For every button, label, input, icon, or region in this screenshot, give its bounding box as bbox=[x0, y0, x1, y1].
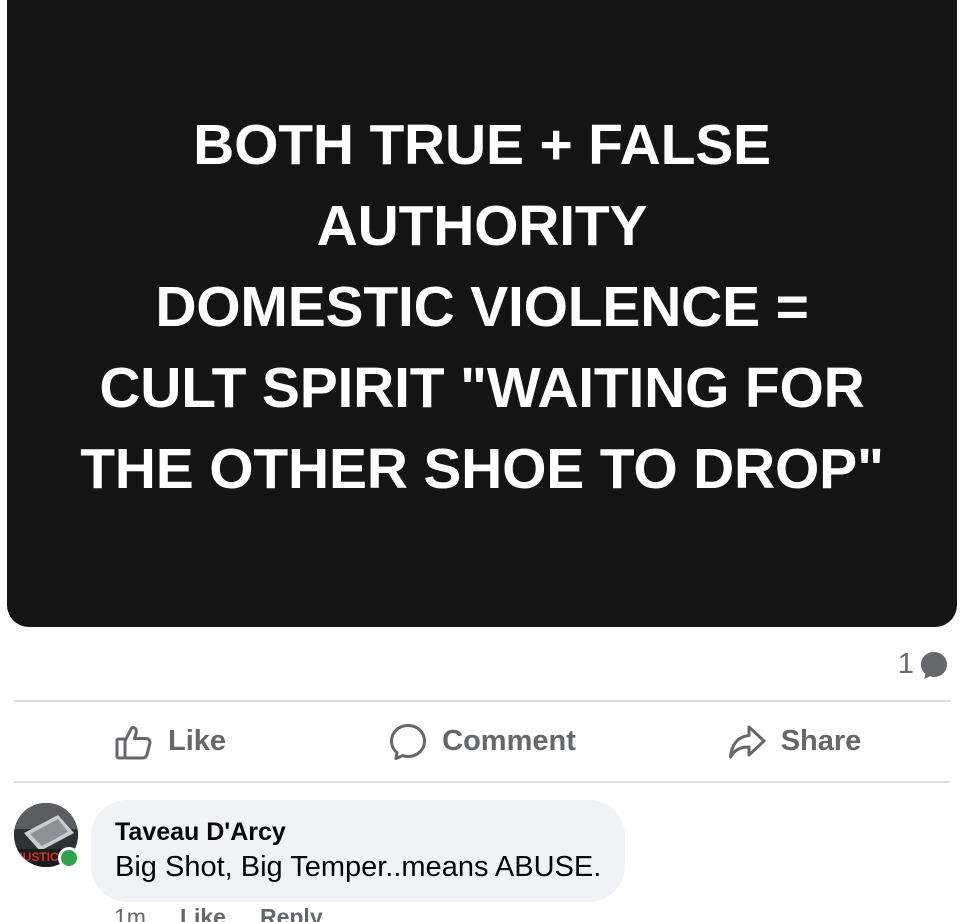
comment-icon bbox=[388, 722, 428, 762]
post-stats-row: 1 bbox=[14, 640, 950, 690]
svg-text:JUSTIC: JUSTIC bbox=[16, 850, 59, 864]
online-status-indicator bbox=[58, 847, 80, 869]
divider bbox=[14, 781, 950, 783]
comment-reply-link[interactable]: Reply bbox=[260, 904, 323, 922]
post-text-line: AUTHORITY bbox=[316, 194, 648, 258]
comment-like-link[interactable]: Like bbox=[180, 904, 226, 922]
thumbs-up-icon bbox=[114, 722, 154, 762]
post-text-line: CULT SPIRIT "WAITING FOR bbox=[99, 356, 865, 420]
comment-count[interactable]: 1 bbox=[898, 648, 950, 681]
comment-meta: 1m Like Reply bbox=[114, 904, 323, 922]
comment-count-value: 1 bbox=[897, 648, 914, 680]
comment-label: Comment bbox=[442, 725, 576, 757]
share-button[interactable]: Share bbox=[638, 702, 950, 781]
post-text-line: THE OTHER SHOE TO DROP" bbox=[80, 437, 884, 501]
comment-button[interactable]: Comment bbox=[326, 702, 638, 781]
comment-timestamp[interactable]: 1m bbox=[114, 904, 146, 922]
comment-bubble[interactable]: Taveau D'Arcy Big Shot, Big Temper..mean… bbox=[91, 800, 626, 902]
share-label: Share bbox=[780, 725, 862, 757]
post-text-line: DOMESTIC VIOLENCE = bbox=[155, 275, 809, 339]
like-button[interactable]: Like bbox=[14, 702, 326, 781]
post-page: BOTH TRUE + FALSE AUTHORITY DOMESTIC VIO… bbox=[0, 0, 960, 922]
comment-text: Big Shot, Big Temper..means ABUSE. bbox=[115, 851, 602, 883]
comment-bubble-icon bbox=[918, 649, 950, 681]
post-actions-bar: Like Comment Share bbox=[14, 702, 950, 781]
share-arrow-icon bbox=[727, 722, 767, 762]
like-label: Like bbox=[167, 725, 227, 757]
post-text-card[interactable]: BOTH TRUE + FALSE AUTHORITY DOMESTIC VIO… bbox=[7, 0, 957, 627]
comment-author[interactable]: Taveau D'Arcy bbox=[115, 816, 601, 848]
post-text: BOTH TRUE + FALSE AUTHORITY DOMESTIC VIO… bbox=[80, 105, 884, 510]
post-text-line: BOTH TRUE + FALSE bbox=[193, 113, 771, 177]
